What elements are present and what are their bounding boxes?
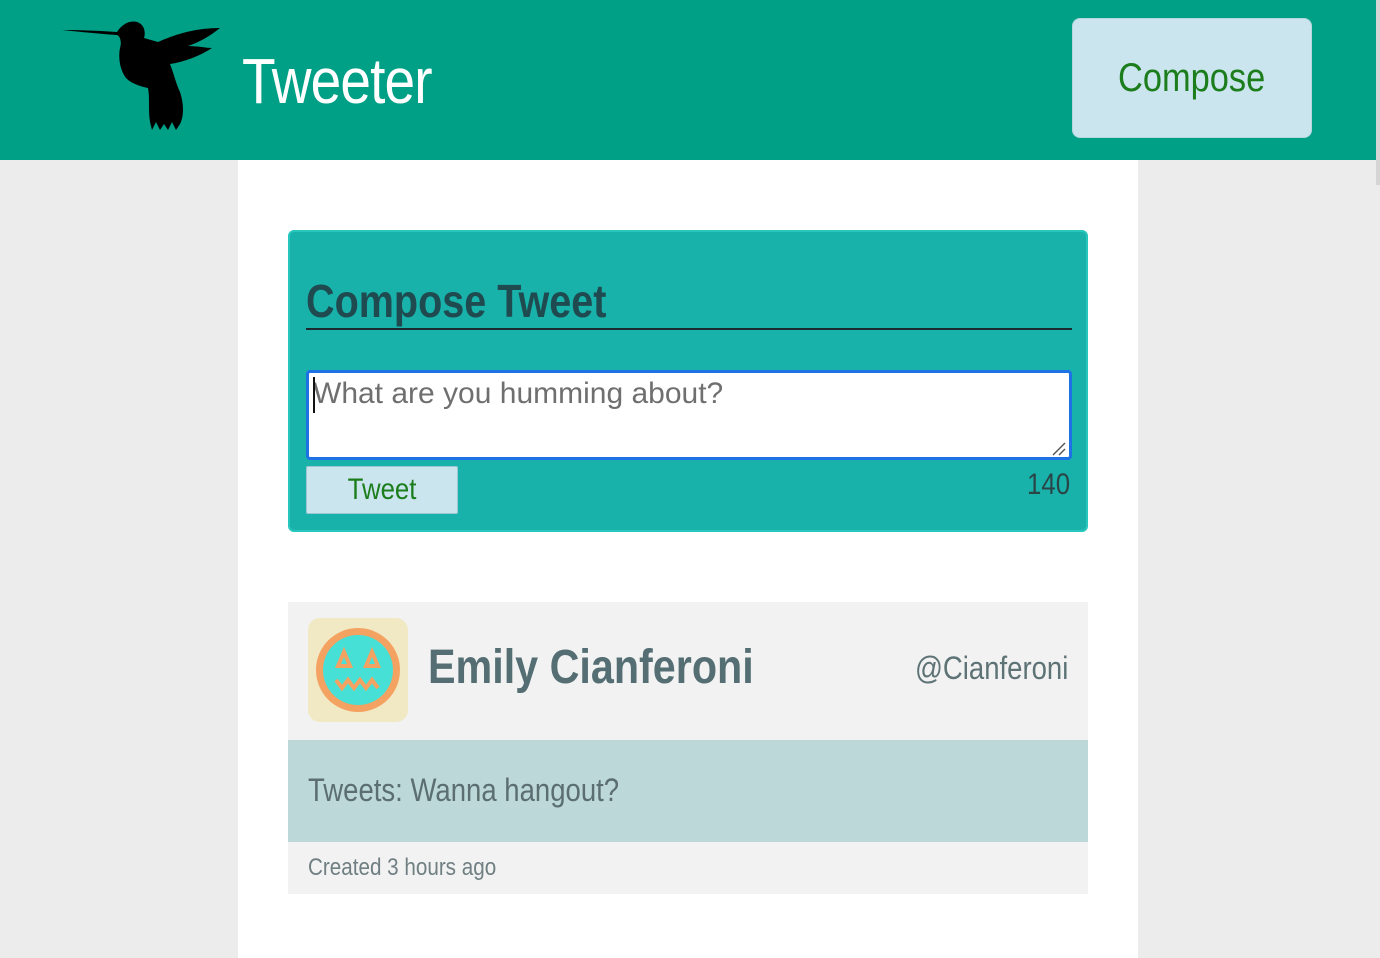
tweet-timestamp: Created 3 hours ago	[308, 854, 527, 882]
tweet-text: Tweets: Wanna hangout?	[308, 772, 670, 809]
text-caret	[313, 377, 315, 413]
main-container: Compose Tweet Tweet 140 Emily Cianferoni…	[238, 160, 1138, 958]
tweet-author-name: Emily Cianferoni	[428, 640, 807, 695]
tweet-author-name-text: Emily Cianferoni	[428, 641, 754, 694]
tweet-header: Emily Cianferoni @Cianferoni	[288, 602, 1088, 740]
tweet-footer: Created 3 hours ago	[288, 842, 1088, 894]
tweet-author-handle-text: @Cianferoni	[914, 650, 1068, 686]
pumpkin-face-avatar-icon	[308, 618, 408, 722]
compose-title-text: Compose Tweet	[306, 275, 607, 327]
tweet-text-content: Tweets: Wanna hangout?	[308, 772, 620, 808]
tweet-timestamp-text: Created 3 hours ago	[308, 854, 497, 881]
hummingbird-icon	[62, 21, 220, 130]
compose-tweet-panel: Compose Tweet Tweet 140	[288, 230, 1088, 532]
scrollbar-edge	[1376, 0, 1380, 185]
tweet-body: Tweets: Wanna hangout?	[288, 740, 1088, 842]
compose-button-label: Compose	[1118, 55, 1266, 100]
tweet-textarea[interactable]	[306, 370, 1072, 460]
top-nav: Tweeter Compose	[0, 0, 1376, 160]
compose-title: Compose Tweet	[306, 274, 1072, 330]
brand-title: Tweeter	[242, 45, 433, 117]
resize-handle-icon[interactable]	[1050, 440, 1066, 456]
tweet-card: Emily Cianferoni @Cianferoni Tweets: Wan…	[288, 602, 1088, 894]
char-counter: 140	[1020, 468, 1070, 502]
tweet-author-handle[interactable]: @Cianferoni	[890, 650, 1068, 687]
tweet-submit-label: Tweet	[347, 473, 417, 506]
char-counter-value: 140	[1026, 468, 1070, 501]
tweet-submit-button[interactable]: Tweet	[306, 466, 458, 514]
compose-button[interactable]: Compose	[1072, 18, 1312, 138]
